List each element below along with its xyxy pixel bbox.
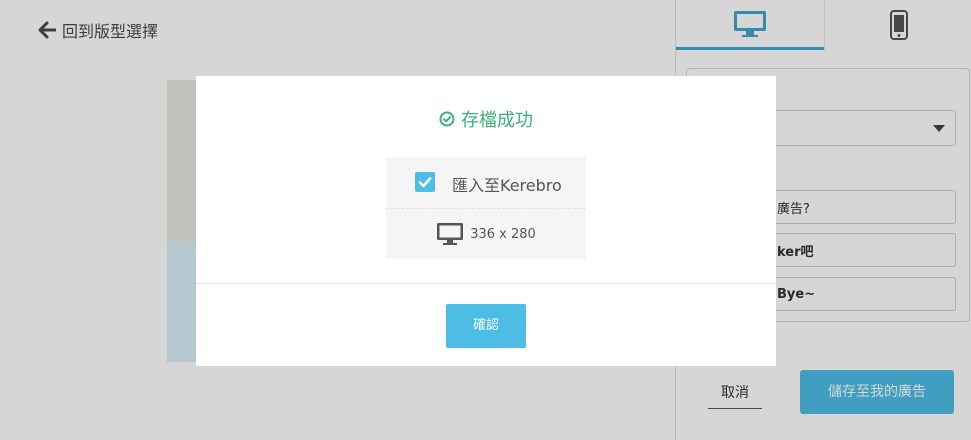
checkmark-icon xyxy=(418,177,432,188)
monitor-icon xyxy=(437,223,464,245)
confirm-button[interactable]: 確認 xyxy=(446,304,526,348)
import-row: 匯入至Kerebro xyxy=(386,157,586,209)
dialog-divider xyxy=(196,283,776,284)
dialog-title: 存檔成功 xyxy=(196,106,776,132)
ad-size-row: 336 x 280 xyxy=(386,209,586,259)
import-panel: 匯入至Kerebro 336 x 280 xyxy=(386,157,586,259)
check-circle-icon xyxy=(439,111,455,127)
ad-size-label: 336 x 280 xyxy=(470,226,536,242)
import-checkbox[interactable] xyxy=(415,172,435,192)
dialog-title-text: 存檔成功 xyxy=(461,110,533,131)
save-success-dialog: 存檔成功 匯入至Kerebro 336 x 280 確認 xyxy=(196,76,776,366)
import-label: 匯入至Kerebro xyxy=(452,176,562,195)
